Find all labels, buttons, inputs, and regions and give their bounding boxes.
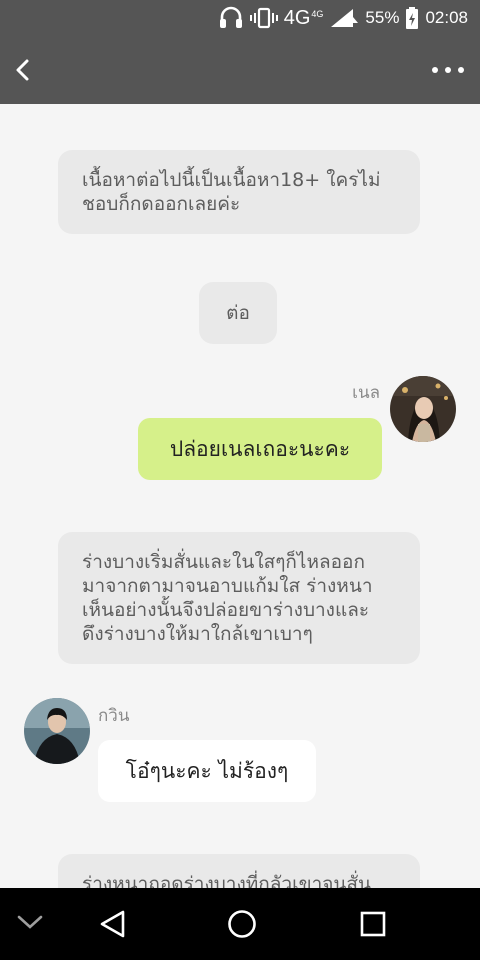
narration-bubble: เนื้อหาต่อไปนี้เป็นเนื้อหา18+ ใครไม่ ชอบ… <box>58 150 420 234</box>
chat-area[interactable]: เนื้อหาต่อไปนี้เป็นเนื้อหา18+ ใครไม่ ชอบ… <box>0 104 480 888</box>
app-bar <box>0 36 480 104</box>
status-bar: 4G4G 55% 02:08 <box>0 0 480 36</box>
narration-bubble: ร่างบางเริ่มสั่นและในใสๆก็ไหลออก มาจากตา… <box>58 532 420 664</box>
back-button[interactable] <box>10 54 38 86</box>
more-button[interactable] <box>430 56 466 84</box>
avatar-image <box>24 698 90 764</box>
clock: 02:08 <box>425 8 468 27</box>
signal-icon <box>329 7 359 29</box>
more-dots-icon <box>432 67 464 73</box>
headphones-icon <box>218 6 244 30</box>
status-icons: 4G4G 55% 02:08 <box>218 6 468 30</box>
sender-name: กวิน <box>98 706 130 726</box>
narration-bubble: ร่างหนาถอดร่างบางที่กลัวเขาจนสั่น <box>58 854 420 888</box>
battery-icon <box>405 6 419 30</box>
avatar[interactable] <box>24 698 90 764</box>
network-small-label: 4G <box>311 8 324 19</box>
message-bubble-sent[interactable]: ปล่อยเนลเถอะนะคะ <box>138 418 382 480</box>
avatar-image <box>390 376 456 442</box>
network-type: 4G4G <box>284 7 324 30</box>
vibrate-icon <box>249 6 278 30</box>
message-bubble-received[interactable]: โอ๋ๆนะคะ ไม่ร้องๆ <box>98 740 316 802</box>
home-circle-icon[interactable] <box>226 908 258 940</box>
chevron-left-icon <box>16 59 29 81</box>
avatar[interactable] <box>390 376 456 442</box>
network-label: 4G <box>283 6 311 29</box>
navigation-bar <box>0 888 480 960</box>
collapse-icon[interactable] <box>16 912 44 932</box>
sender-name: เนล <box>352 383 380 403</box>
narration-bubble: ต่อ <box>199 282 277 344</box>
battery-percent: 55% <box>365 8 400 27</box>
back-triangle-icon[interactable] <box>98 908 128 940</box>
recents-square-icon[interactable] <box>358 909 388 939</box>
